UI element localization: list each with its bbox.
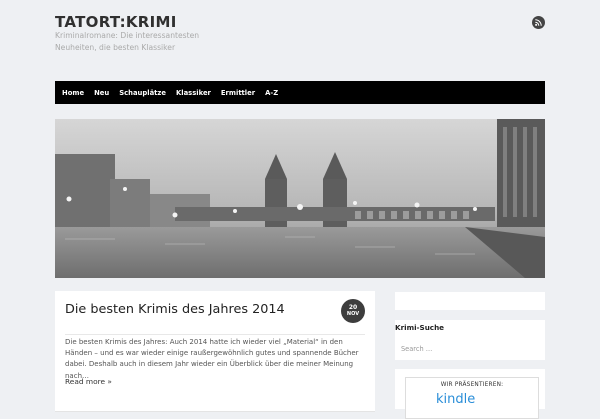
post-card: Die besten Krimis des Jahres 2014 20 NOV… — [55, 291, 375, 412]
nav-item-home[interactable]: Home — [62, 89, 84, 97]
promo-banner[interactable]: WIR PRÄSENTIEREN: kindle — [405, 377, 539, 419]
site-description: Kriminalromane: Die interessantesten Neu… — [55, 31, 200, 52]
search-widget-title: Krimi-Suche — [395, 323, 445, 332]
date-month: NOV — [346, 311, 360, 317]
nav-item-ermittler[interactable]: Ermittler — [221, 89, 255, 97]
hero-image — [55, 119, 545, 278]
date-day: 20 — [348, 304, 358, 311]
nav-item-klassiker[interactable]: Klassiker — [176, 89, 211, 97]
nav-item-a-z[interactable]: A-Z — [265, 89, 278, 97]
post-divider — [65, 334, 365, 335]
site-title[interactable]: TATORT:KRIMI — [55, 13, 177, 31]
post-title[interactable]: Die besten Krimis des Jahres 2014 — [65, 302, 285, 317]
nav-item-neu[interactable]: Neu — [94, 89, 109, 97]
main-nav: Home Neu Schauplätze Klassiker Ermittler… — [55, 81, 545, 104]
sidebar-top-widget — [395, 292, 545, 310]
search-input[interactable] — [400, 340, 539, 357]
promo-label: WIR PRÄSENTIEREN: — [440, 382, 504, 388]
read-more-link[interactable]: Read more » — [65, 377, 112, 386]
nav-item-schauplaetze[interactable]: Schauplätze — [119, 89, 166, 97]
promo-widget: WIR PRÄSENTIEREN: kindle — [395, 369, 545, 419]
search-widget: Krimi-Suche — [395, 320, 545, 360]
date-badge: 20 NOV — [341, 299, 365, 323]
rss-icon[interactable] — [532, 16, 545, 29]
post-excerpt: Die besten Krimis des Jahres: Auch 2014 … — [65, 338, 359, 380]
